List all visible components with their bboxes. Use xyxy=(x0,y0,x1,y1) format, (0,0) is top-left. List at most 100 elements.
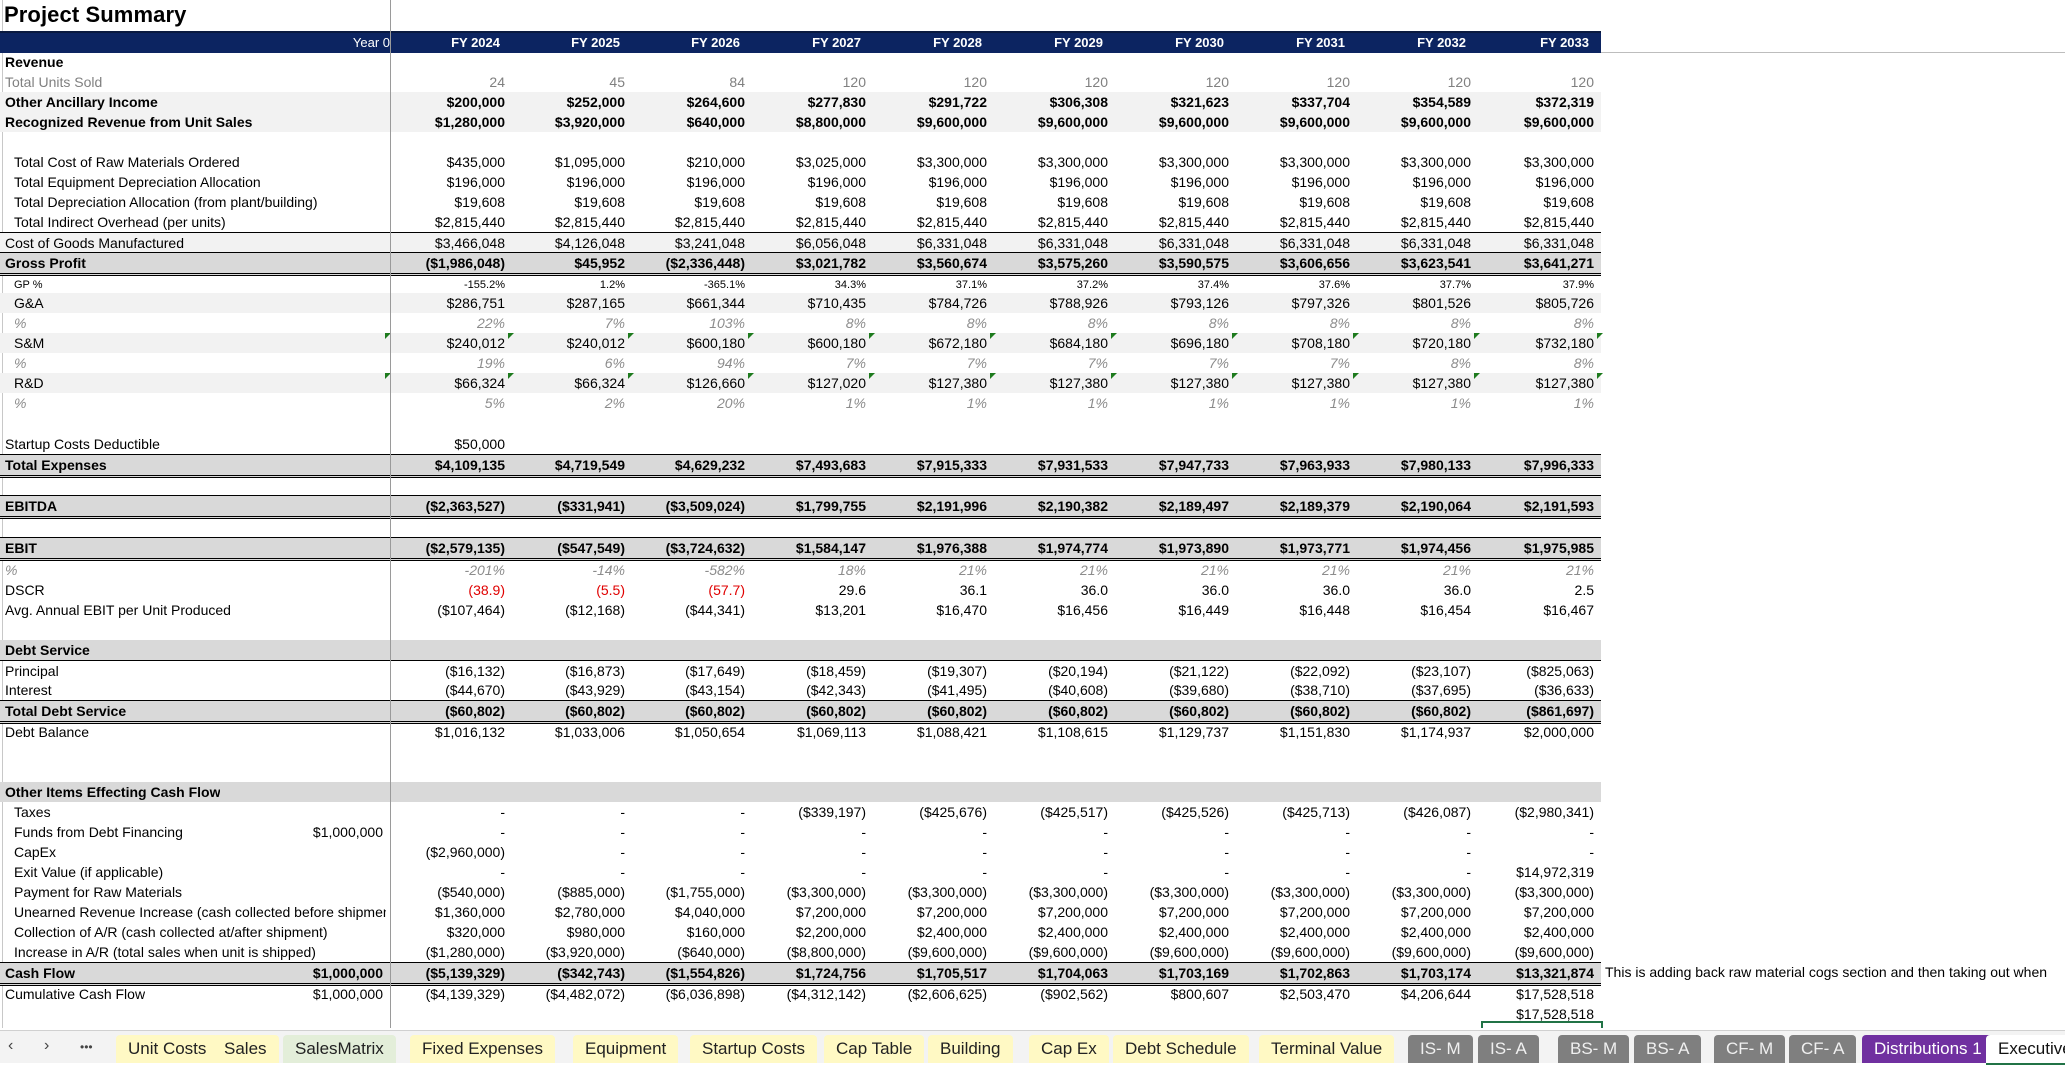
value-cell[interactable]: $4,719,549 xyxy=(510,455,625,475)
value-cell[interactable]: 7% xyxy=(993,353,1108,373)
value-cell[interactable]: $19,608 xyxy=(630,192,745,212)
value-cell[interactable]: - xyxy=(993,842,1108,862)
selected-cell[interactable] xyxy=(1481,1021,1603,1028)
value-cell[interactable]: 29.6 xyxy=(751,580,866,600)
value-cell[interactable]: ($3,509,024) xyxy=(630,496,745,516)
value-cell[interactable]: $9,600,000 xyxy=(993,112,1108,132)
value-cell[interactable]: - xyxy=(1479,842,1594,862)
value-cell[interactable]: 5% xyxy=(390,393,505,413)
value-cell[interactable]: 21% xyxy=(1235,560,1350,580)
value-cell[interactable]: $3,575,260 xyxy=(993,253,1108,273)
value-cell[interactable]: - xyxy=(1479,822,1594,842)
value-cell[interactable]: $2,815,440 xyxy=(872,212,987,232)
value-cell[interactable]: $1,584,147 xyxy=(751,538,866,558)
value-cell[interactable]: ($540,000) xyxy=(390,882,505,902)
value-cell[interactable]: $3,300,000 xyxy=(1356,152,1471,172)
value-cell[interactable]: $196,000 xyxy=(993,172,1108,192)
value-cell[interactable]: $784,726 xyxy=(872,293,987,313)
value-cell[interactable]: $3,560,674 xyxy=(872,253,987,273)
value-cell[interactable]: $19,608 xyxy=(751,192,866,212)
value-cell[interactable]: $600,180 xyxy=(751,333,866,353)
value-cell[interactable]: 36.0 xyxy=(1235,580,1350,600)
value-cell[interactable]: ($60,802) xyxy=(510,701,625,721)
value-cell[interactable]: $793,126 xyxy=(1114,293,1229,313)
value-cell[interactable]: $1,174,937 xyxy=(1356,722,1471,742)
value-cell[interactable]: $1,974,456 xyxy=(1356,538,1471,558)
value-cell[interactable]: - xyxy=(872,842,987,862)
value-cell[interactable]: $9,600,000 xyxy=(1235,112,1350,132)
row-label[interactable]: GP % xyxy=(14,275,43,295)
value-cell[interactable]: ($3,300,000) xyxy=(872,882,987,902)
row-label[interactable]: R&D xyxy=(14,373,44,393)
value-cell[interactable]: 20% xyxy=(630,393,745,413)
value-cell[interactable]: ($3,300,000) xyxy=(1114,882,1229,902)
value-cell[interactable]: 37.1% xyxy=(872,275,987,295)
value-cell[interactable]: 24 xyxy=(390,72,505,92)
value-cell[interactable]: ($60,802) xyxy=(630,701,745,721)
value-cell[interactable]: ($547,549) xyxy=(510,538,625,558)
sheet-tab-building[interactable]: Building xyxy=(928,1035,1013,1063)
value-cell[interactable]: $127,380 xyxy=(1114,373,1229,393)
value-cell[interactable]: ($60,802) xyxy=(390,701,505,721)
value-cell[interactable]: ($9,600,000) xyxy=(993,942,1108,962)
value-cell[interactable]: $1,702,863 xyxy=(1235,963,1350,983)
value-cell[interactable]: -582% xyxy=(630,560,745,580)
value-cell[interactable]: $252,000 xyxy=(510,92,625,112)
value-cell[interactable]: ($5,139,329) xyxy=(390,963,505,983)
value-cell[interactable]: $196,000 xyxy=(390,172,505,192)
value-cell[interactable]: $2,189,379 xyxy=(1235,496,1350,516)
row-label[interactable]: S&M xyxy=(14,333,44,353)
value-cell[interactable]: $3,466,048 xyxy=(390,233,505,253)
value-cell[interactable]: 22% xyxy=(390,313,505,333)
value-cell[interactable]: 18% xyxy=(751,560,866,580)
value-cell[interactable]: $127,380 xyxy=(1235,373,1350,393)
value-cell[interactable]: ($2,363,527) xyxy=(390,496,505,516)
value-cell[interactable]: 8% xyxy=(993,313,1108,333)
value-cell[interactable]: ($3,300,000) xyxy=(751,882,866,902)
value-cell[interactable]: $196,000 xyxy=(630,172,745,192)
row-label[interactable]: Taxes xyxy=(14,802,51,822)
value-cell[interactable]: $19,608 xyxy=(1479,192,1594,212)
value-cell[interactable]: ($3,920,000) xyxy=(510,942,625,962)
value-cell[interactable]: $7,200,000 xyxy=(1235,902,1350,922)
row-label[interactable]: Total Debt Service xyxy=(5,701,126,721)
value-cell[interactable]: 1% xyxy=(751,393,866,413)
value-cell[interactable]: ($19,307) xyxy=(872,661,987,681)
value-cell[interactable]: $1,280,000 xyxy=(390,112,505,132)
value-cell[interactable]: $708,180 xyxy=(1235,333,1350,353)
value-cell[interactable]: $19,608 xyxy=(510,192,625,212)
value-cell[interactable]: $805,726 xyxy=(1479,293,1594,313)
value-cell[interactable]: $1,360,000 xyxy=(390,902,505,922)
year0-cell[interactable]: $1,000,000 xyxy=(230,984,383,1004)
value-cell[interactable]: - xyxy=(1235,862,1350,882)
value-cell[interactable]: $19,608 xyxy=(1356,192,1471,212)
value-cell[interactable]: ($40,608) xyxy=(993,680,1108,700)
value-cell[interactable]: $800,607 xyxy=(1114,984,1229,1004)
value-cell[interactable]: $1,088,421 xyxy=(872,722,987,742)
value-cell[interactable]: $19,608 xyxy=(1114,192,1229,212)
sheet-tab-cap-table[interactable]: Cap Table xyxy=(824,1035,925,1063)
value-cell[interactable]: $14,972,319 xyxy=(1479,862,1594,882)
value-cell[interactable]: ($1,755,000) xyxy=(630,882,745,902)
value-cell[interactable]: $2,815,440 xyxy=(1235,212,1350,232)
value-cell[interactable]: $7,996,333 xyxy=(1479,455,1594,475)
value-cell[interactable]: 37.7% xyxy=(1356,275,1471,295)
value-cell[interactable]: $1,974,774 xyxy=(993,538,1108,558)
tab-more-button[interactable]: ••• xyxy=(80,1040,93,1054)
value-cell[interactable]: - xyxy=(993,862,1108,882)
value-cell[interactable]: $277,830 xyxy=(751,92,866,112)
sheet-tab-distributions-1[interactable]: Distributions 1 xyxy=(1862,1035,1994,1063)
value-cell[interactable]: ($1,554,826) xyxy=(630,963,745,983)
value-cell[interactable]: $321,623 xyxy=(1114,92,1229,112)
value-cell[interactable]: $4,040,000 xyxy=(630,902,745,922)
value-cell[interactable]: ($2,606,625) xyxy=(872,984,987,1004)
value-cell[interactable]: 1% xyxy=(872,393,987,413)
value-cell[interactable]: - xyxy=(751,822,866,842)
value-cell[interactable]: 1% xyxy=(1479,393,1594,413)
value-cell[interactable]: ($331,941) xyxy=(510,496,625,516)
row-label[interactable]: Funds from Debt Financing xyxy=(14,822,183,842)
value-cell[interactable]: ($4,482,072) xyxy=(510,984,625,1004)
value-cell[interactable]: $13,321,874 xyxy=(1479,963,1594,983)
value-cell[interactable]: $200,000 xyxy=(390,92,505,112)
sheet-tab-is-m[interactable]: IS- M xyxy=(1408,1035,1473,1063)
